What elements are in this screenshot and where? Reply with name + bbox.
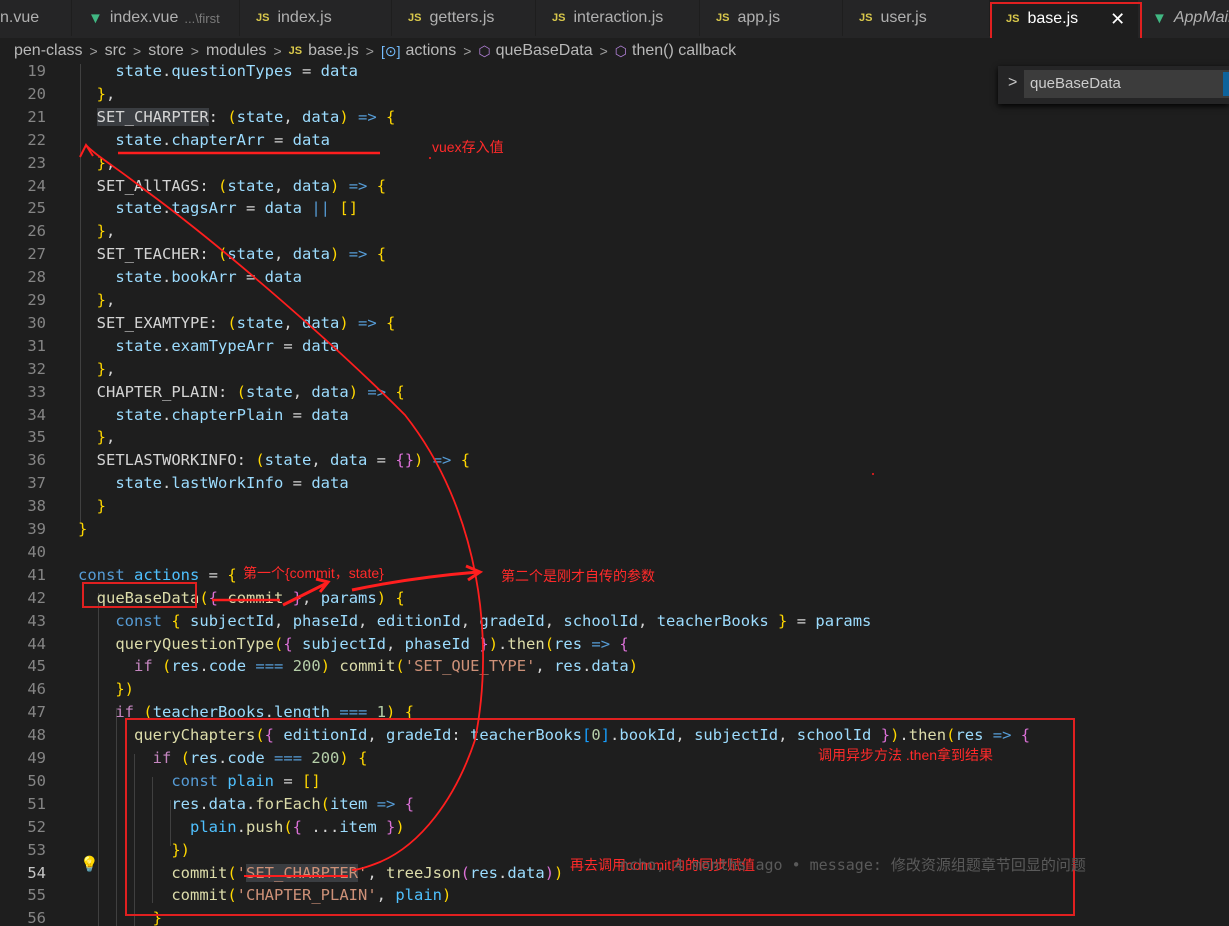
annotation-drawing bbox=[79, 142, 874, 877]
